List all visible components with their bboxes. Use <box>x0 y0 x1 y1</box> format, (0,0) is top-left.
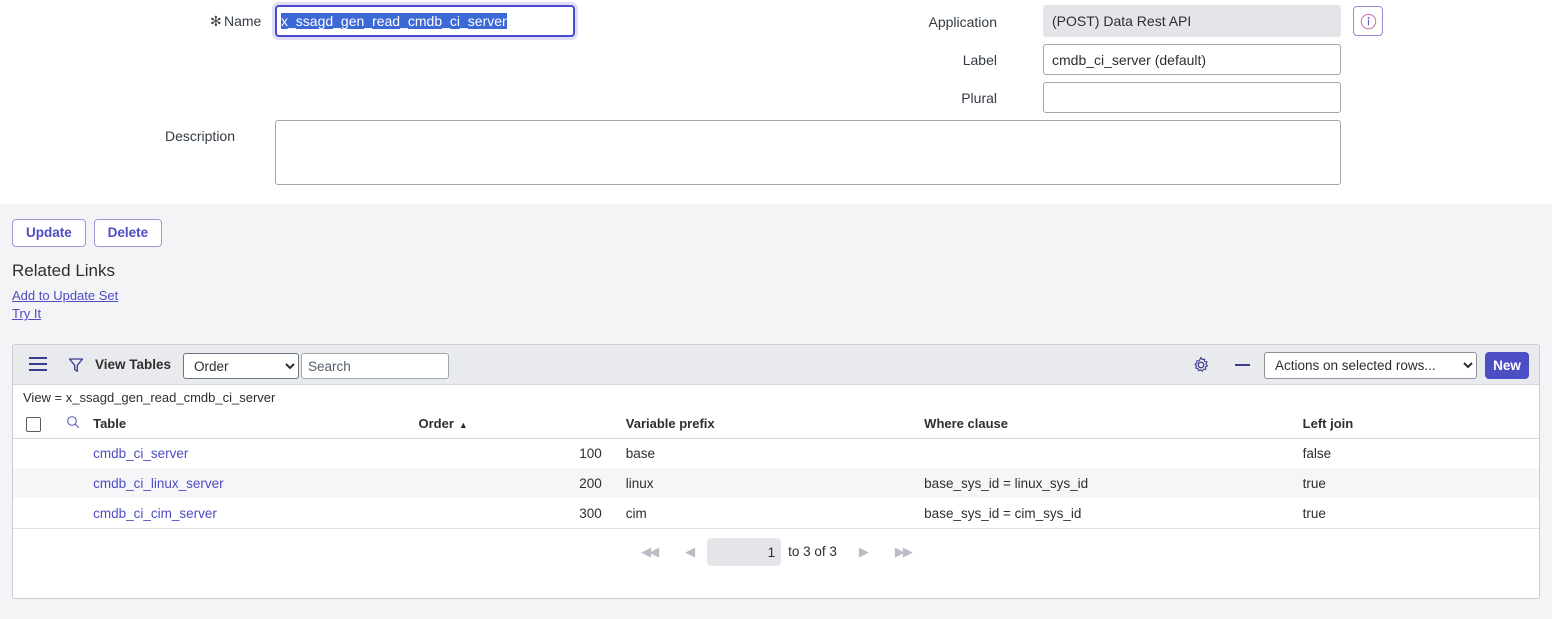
cell-order: 300 <box>579 505 602 521</box>
search-input[interactable] <box>301 353 449 379</box>
table-header-row: Table Order ▲ Variable prefix Where claus… <box>13 410 1539 439</box>
description-textarea[interactable] <box>275 120 1341 185</box>
record-link[interactable]: cmdb_ci_server <box>93 446 188 461</box>
column-header-where-clause[interactable]: Where clause <box>924 410 1303 439</box>
column-header-label: Order <box>418 416 454 432</box>
label-field-label: Label <box>962 52 997 68</box>
update-button[interactable]: Update <box>12 219 86 247</box>
new-button[interactable]: New <box>1485 352 1529 379</box>
related-link-try-it[interactable]: Try It <box>12 306 41 321</box>
info-circle-icon <box>1360 13 1376 29</box>
row-spacer-cell <box>53 468 94 498</box>
column-header-label: Where clause <box>924 416 1008 432</box>
required-field-asterisk-icon: ✻ <box>210 13 222 29</box>
select-all-checkbox[interactable] <box>25 416 41 432</box>
page-number-input[interactable] <box>707 538 782 566</box>
search-icon[interactable] <box>66 415 80 429</box>
plural-field-label: Plural <box>961 90 997 106</box>
application-input[interactable] <box>1043 5 1341 37</box>
table-row[interactable]: cmdb_ci_server 100 base false <box>13 438 1539 468</box>
cell-left-join: false <box>1302 445 1332 461</box>
list-toolbar: View Tables Order Actions on selected ro… <box>13 345 1539 385</box>
page-body: Update Delete Related Links Add to Updat… <box>0 204 1552 619</box>
related-links-heading: Related Links <box>12 261 116 280</box>
record-link[interactable]: cmdb_ci_linux_server <box>93 476 224 491</box>
row-checkbox-cell[interactable] <box>13 468 54 498</box>
cell-where-clause <box>924 438 1302 468</box>
cell-order: 200 <box>418 468 614 498</box>
cell-where-clause: base_sys_id = linux_sys_id <box>924 468 1303 498</box>
pagination-bar: ◀◀ ◀ to 3 of 3 ▶ ▶▶ <box>13 528 1539 575</box>
select-all-header <box>13 410 54 439</box>
cell-table: cmdb_ci_linux_server <box>93 468 419 498</box>
cell-variable-prefix: linux <box>613 468 925 498</box>
cell-table: cmdb_ci_cim_server <box>93 498 418 528</box>
last-page-icon[interactable]: ▶▶ <box>881 538 925 566</box>
row-checkbox-cell[interactable] <box>13 438 53 468</box>
previous-page-icon[interactable]: ◀ <box>671 538 707 566</box>
row-search-header <box>53 410 94 439</box>
gear-icon[interactable] <box>1192 356 1210 374</box>
cell-where-clause: base_sys_id = cim_sys_id <box>924 505 1082 521</box>
form-action-bar: Update Delete <box>12 219 166 247</box>
cell-order: 100 <box>579 445 602 461</box>
actions-on-selected-rows-select[interactable]: Actions on selected rows... <box>1264 352 1477 379</box>
collapse-minus-icon[interactable] <box>1235 364 1250 366</box>
info-button[interactable] <box>1353 6 1383 36</box>
related-list-view-tables: View Tables Order Actions on selected ro… <box>12 344 1540 599</box>
related-link-add-to-update-set[interactable]: Add to Update Set <box>12 288 118 303</box>
cell-left-join: true <box>1302 468 1539 498</box>
records-table: Table Order ▲ Variable prefix Where claus… <box>13 410 1539 528</box>
filter-funnel-icon[interactable] <box>67 356 85 374</box>
pagination-range-text: to 3 of 3 <box>788 544 837 559</box>
cell-variable-prefix: cim <box>625 505 647 521</box>
row-spacer-cell <box>53 498 93 528</box>
cell-left-join: true <box>1302 505 1326 521</box>
list-breadcrumb[interactable]: View = x_ssagd_gen_read_cmdb_ci_server <box>13 385 1539 410</box>
list-title: View Tables <box>95 357 172 372</box>
record-link[interactable]: cmdb_ci_cim_server <box>93 506 217 521</box>
table-row[interactable]: cmdb_ci_cim_server 300 cim base_sys_id =… <box>13 498 1539 528</box>
column-header-label: Variable prefix <box>625 416 715 432</box>
row-checkbox-cell[interactable] <box>13 498 53 528</box>
sort-ascending-icon: ▲ <box>458 420 468 431</box>
hamburger-menu-icon[interactable] <box>29 357 47 371</box>
label-input[interactable] <box>1043 44 1341 75</box>
table-row[interactable]: cmdb_ci_linux_server 200 linux base_sys_… <box>13 468 1539 498</box>
order-select[interactable]: Order <box>183 353 299 379</box>
column-header-label: Table <box>93 416 127 432</box>
column-header-label: Left join <box>1302 416 1354 432</box>
next-page-icon[interactable]: ▶ <box>845 538 881 566</box>
row-spacer-cell <box>53 438 93 468</box>
column-header-variable-prefix[interactable]: Variable prefix <box>613 410 925 439</box>
first-page-icon[interactable]: ◀◀ <box>627 538 671 566</box>
column-header-left-join[interactable]: Left join <box>1302 410 1539 439</box>
name-field-label: Name <box>224 13 262 29</box>
plural-input[interactable] <box>1043 82 1341 113</box>
description-field-label: Description <box>164 128 235 144</box>
cell-variable-prefix: base <box>625 445 656 461</box>
delete-button[interactable]: Delete <box>93 219 163 247</box>
application-field-label: Application <box>928 14 998 30</box>
column-header-table[interactable]: Table <box>93 410 419 439</box>
name-input[interactable] <box>275 5 575 37</box>
record-form: ✻ Name Application Label Plural Descript… <box>0 0 1552 204</box>
column-header-order[interactable]: Order ▲ <box>418 410 614 439</box>
cell-table: cmdb_ci_server <box>93 438 418 468</box>
